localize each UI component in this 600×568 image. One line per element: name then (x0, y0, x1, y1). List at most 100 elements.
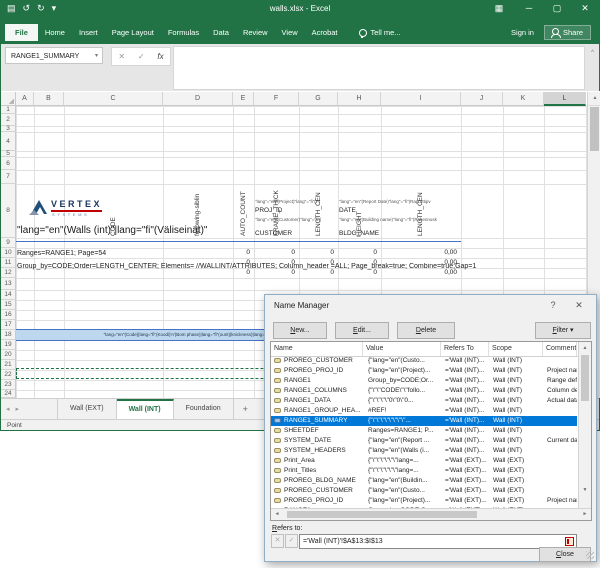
ribbon-tab-file[interactable]: File (5, 24, 38, 41)
list-scroll-right-icon[interactable]: ► (579, 509, 591, 520)
cell-r10c4[interactable]: 0 (234, 249, 250, 256)
row-header-16[interactable]: 16 (1, 310, 16, 320)
ribbon-tab-formulas[interactable]: Formulas (161, 24, 206, 41)
ribbon-tab-view[interactable]: View (275, 24, 305, 41)
name-row-proreg-proj-id[interactable]: PROREG_PROJ_ID{"lang="en"(Project)...='W… (271, 366, 577, 376)
row-header-8[interactable]: 8 (1, 184, 16, 238)
formula-bar-collapse-icon[interactable]: ^ (591, 50, 594, 56)
next-sheet-icon[interactable]: ▸ (16, 406, 26, 413)
prev-sheet-icon[interactable]: ◂ (6, 406, 16, 413)
names-list[interactable]: NameValueRefers ToScopeComment PROREG_CU… (270, 341, 592, 521)
cell-r12c5[interactable]: 0 (255, 269, 295, 276)
cell-f1[interactable]: "lang"="en"(Project)"lang"="fi"(Pr (255, 199, 337, 204)
column-header-b[interactable]: B (34, 92, 64, 106)
list-vertical-scrollbar[interactable]: ▲ ▼ (578, 342, 591, 508)
cell-r12c7[interactable]: 0 (339, 269, 377, 276)
list-header-name[interactable]: Name (271, 342, 363, 356)
cell-r11c8[interactable]: 0,00 (382, 259, 457, 266)
sheet-tab-nav[interactable]: ◂▸ (6, 405, 25, 413)
cancel-icon[interactable]: ✕ (118, 52, 125, 61)
dialog-title-bar[interactable]: Name Manager ? ✕ (265, 295, 596, 318)
name-row-print-titles[interactable]: Print_Titles{"\"\"\"\"\"\"lang=...='Wall… (271, 466, 577, 476)
column-header-k[interactable]: K (503, 92, 544, 106)
column-header-l[interactable]: L (544, 92, 586, 106)
ribbon-tab-page-layout[interactable]: Page Layout (105, 24, 161, 41)
formula-input[interactable] (173, 46, 585, 90)
list-scroll-up-icon[interactable]: ▲ (579, 342, 591, 354)
cell-r10c8[interactable]: 0,00 (382, 249, 457, 256)
cell-r12c8[interactable]: 0,00 (382, 269, 457, 276)
row-header-17[interactable]: 17 (1, 320, 16, 330)
name-row-print-area[interactable]: Print_Area{"\"\"\"\"\"\"lang=...='Wall (… (271, 456, 577, 466)
name-row-range1[interactable]: RANGE1Group_by=CODE;Or...='Wall (INT)...… (271, 376, 577, 386)
row-header-22[interactable]: 22 (1, 370, 16, 380)
share-button[interactable]: Share (544, 25, 591, 40)
column-header-i[interactable]: I (381, 92, 461, 106)
row-header-11[interactable]: 11 (1, 258, 16, 268)
row-header-4[interactable]: 4 (1, 132, 16, 151)
column-header-h[interactable]: H (338, 92, 381, 106)
row-header-15[interactable]: 15 (1, 300, 16, 310)
row-header-21[interactable]: 21 (1, 360, 16, 370)
list-hscrollbar-thumb[interactable] (287, 511, 477, 518)
name-row-range1-summary[interactable]: RANGE1_SUMMARY{"\"\"\"\"\"\"\"\"...='Wal… (271, 416, 577, 426)
refers-to-input[interactable]: ='Wall (INT)'!$A$13:$I$13 (299, 534, 577, 549)
maximize-icon[interactable]: ▢ (549, 3, 565, 14)
cell-r11c5[interactable]: 0 (255, 259, 295, 266)
scrollbar-thumb[interactable] (590, 107, 599, 151)
name-row-proreg-customer[interactable]: PROREG_CUSTOMER{"lang="en"(Custo...='Wal… (271, 356, 577, 366)
list-header-value[interactable]: Value (363, 342, 441, 356)
column-header-g[interactable]: G (299, 92, 338, 106)
list-header-refers-to[interactable]: Refers To (441, 342, 489, 356)
row-header-23[interactable]: 23 (1, 380, 16, 390)
sign-in-button[interactable]: Sign in (511, 28, 534, 37)
name-row-proreg-customer[interactable]: PROREG_CUSTOMER{"lang="en"(Custo...='Wal… (271, 486, 577, 496)
name-box-dropdown-icon[interactable]: ▾ (95, 48, 98, 65)
delete-button[interactable]: Delete (397, 322, 455, 339)
sheet-tab-wall-int-[interactable]: Wall (INT) (117, 399, 174, 420)
ribbon-tab-data[interactable]: Data (206, 24, 236, 41)
row-header-13[interactable]: 13 (1, 278, 16, 290)
cell-r11c4[interactable]: 0 (234, 259, 250, 266)
ribbon-tab-home[interactable]: Home (38, 24, 72, 41)
column-header-c[interactable]: C (64, 92, 163, 106)
row-header-12[interactable]: 12 (1, 268, 16, 278)
add-sheet-button[interactable]: + (234, 399, 257, 420)
name-row-proreg-bldg-name[interactable]: PROREG_BLDG_NAME{"lang="en"(Buildin...='… (271, 476, 577, 486)
list-header-comment[interactable]: Comment (543, 342, 577, 356)
ribbon-tab-insert[interactable]: Insert (72, 24, 105, 41)
list-scroll-left-icon[interactable]: ◄ (271, 509, 283, 520)
list-header-scope[interactable]: Scope (489, 342, 543, 356)
row-header-18[interactable]: 18 (1, 330, 16, 340)
cell-r10c7[interactable]: 0 (339, 249, 377, 256)
list-scroll-down-icon[interactable]: ▼ (579, 484, 591, 496)
collapse-dialog-icon[interactable] (565, 537, 574, 546)
row-header-6[interactable]: 6 (1, 157, 16, 170)
list-horizontal-scrollbar[interactable]: ◄ ► (271, 508, 591, 520)
name-row-system-headers[interactable]: SYSTEM_HEADERS{"lang="en"(Walls (i...='W… (271, 446, 577, 456)
tell-me-box[interactable]: Tell me... (359, 28, 401, 37)
row-header-9[interactable]: 9 (1, 238, 16, 248)
column-header-a[interactable]: A (16, 92, 34, 106)
name-row-range1-data[interactable]: RANGE1_DATA{"\"\"\"\"0\"0\"0...='Wall (I… (271, 396, 577, 406)
name-row-range1-group-hea-[interactable]: RANGE1_GROUP_HEA...#REF!='Wall (INT)...W… (271, 406, 577, 416)
name-row-proreg-proj-id[interactable]: PROREG_PROJ_ID{"lang="en"(Project)...='W… (271, 496, 577, 506)
display-settings-icon[interactable]: ▦ (491, 3, 507, 14)
filter-button[interactable]: Filter ▾ (535, 322, 591, 339)
row-header-19[interactable]: 19 (1, 340, 16, 350)
cell-r10c5[interactable]: 0 (255, 249, 295, 256)
ribbon-tab-review[interactable]: Review (236, 24, 275, 41)
ribbon-tab-acrobat[interactable]: Acrobat (305, 24, 345, 41)
minimize-icon[interactable]: ─ (521, 3, 537, 13)
list-scrollbar-thumb[interactable] (581, 355, 589, 401)
row-header-20[interactable]: 20 (1, 350, 16, 360)
scroll-up-icon[interactable]: ▲ (588, 92, 600, 106)
name-box[interactable]: RANGE1_SUMMARY ▾ (5, 47, 103, 64)
column-header-e[interactable]: E (233, 92, 254, 106)
edit-button[interactable]: Edit... (335, 322, 389, 339)
insert-function-icon[interactable]: fx (157, 52, 163, 61)
dialog-help-icon[interactable]: ? (546, 300, 560, 310)
name-row-range1-columns[interactable]: RANGE1_COLUMNS{"\"\"CODE\"\"follo...='Wa… (271, 386, 577, 396)
resize-grip[interactable] (586, 551, 594, 559)
dialog-close-icon[interactable]: ✕ (572, 300, 586, 311)
